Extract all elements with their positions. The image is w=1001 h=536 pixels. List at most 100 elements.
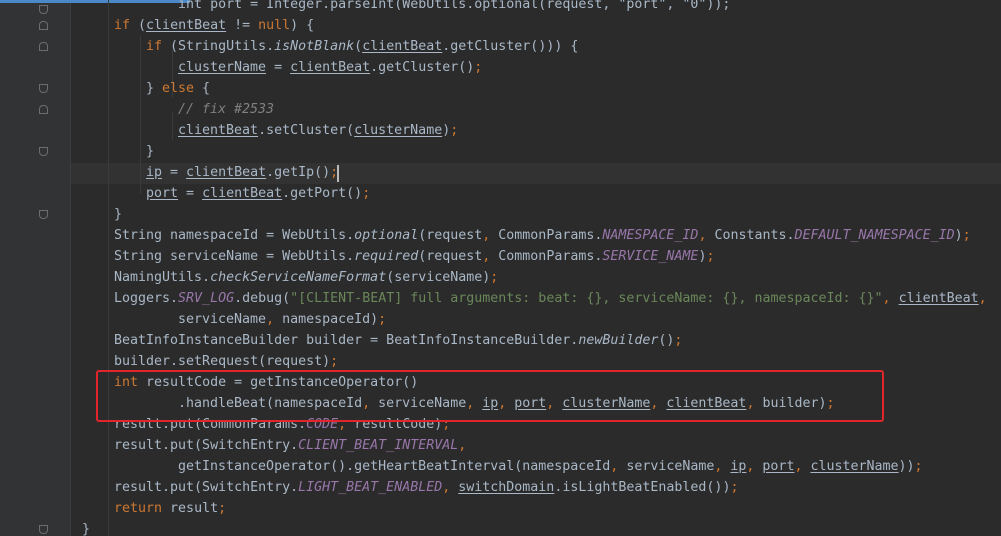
code-token: .getPort(): [282, 186, 363, 201]
code-token: .getCluster(): [370, 60, 475, 75]
code-line: return result;: [114, 498, 226, 519]
code-line: int port = Integer.parseInt(WebUtils.opt…: [114, 0, 730, 15]
code-token: if: [114, 18, 139, 33]
code-token: ;: [362, 186, 371, 201]
code-token: ;: [450, 123, 459, 138]
code-token: CommonParams.: [498, 228, 603, 243]
code-token: ,: [978, 291, 987, 306]
text-caret: [337, 165, 339, 182]
code-line: NamingUtils.checkServiceNameFormat(servi…: [114, 267, 498, 288]
code-token: ,: [746, 459, 763, 474]
code-token: ;: [706, 249, 715, 264]
code-token: ,: [266, 312, 283, 327]
code-token: .getCluster())) {: [442, 39, 579, 54]
code-token: int: [114, 0, 211, 12]
code-token: ;: [730, 480, 739, 495]
code-token: (): [658, 333, 675, 348]
code-token: serviceName: [178, 312, 267, 327]
code-token: port: [762, 459, 795, 474]
code-token: ;: [962, 228, 971, 243]
code-token: NamingUtils.: [114, 270, 211, 285]
code-token: result: [170, 501, 219, 516]
code-token: clientBeat: [202, 186, 283, 201]
code-token: ,: [794, 459, 811, 474]
code-line: }: [114, 204, 122, 225]
code-line: serviceName, namespaceId);: [178, 309, 386, 330]
code-token: ;: [490, 270, 499, 285]
code-token: ;: [218, 501, 227, 516]
code-token: builder.setRequest(request): [114, 354, 331, 369]
code-line: // fix #2533: [178, 99, 274, 120]
code-token: ): [954, 228, 963, 243]
code-token: {: [202, 81, 211, 96]
code-token: null: [258, 18, 291, 33]
code-token: }: [82, 522, 91, 536]
code-token: namespaceId): [282, 312, 379, 327]
code-editor[interactable]: int port = Integer.parseInt(WebUtils.opt…: [0, 0, 1001, 536]
code-token: .isLightBeatEnabled()): [554, 480, 731, 495]
code-token: ;: [914, 459, 923, 474]
code-token: DEFAULT_NAMESPACE_ID: [794, 228, 955, 243]
code-line: getInstanceOperator().getHeartBeatInterv…: [178, 456, 923, 477]
code-token: ip: [730, 459, 747, 474]
code-token: LIGHT_BEAT_ENABLED: [298, 480, 443, 495]
code-token: clientBeat: [178, 123, 259, 138]
code-area[interactable]: int port = Integer.parseInt(WebUtils.opt…: [0, 0, 1001, 536]
code-token: ;: [474, 60, 483, 75]
code-token: .debug(: [234, 291, 291, 306]
code-token: ;: [674, 333, 683, 348]
code-token: =: [266, 60, 291, 75]
code-token: clientBeat: [290, 60, 371, 75]
code-token: ,: [482, 228, 499, 243]
code-line: result.put(SwitchEntry.CLIENT_BEAT_INTER…: [114, 435, 466, 456]
code-line: clientBeat.setCluster(clusterName);: [178, 120, 458, 141]
code-token: SRV_LOG: [178, 291, 235, 306]
code-token: ,: [714, 459, 731, 474]
code-line: result.put(SwitchEntry.LIGHT_BEAT_ENABLE…: [114, 477, 738, 498]
code-token: String namespaceId = WebUtils.: [114, 228, 355, 243]
code-token: optional: [354, 228, 419, 243]
code-line: builder.setRequest(request);: [114, 351, 338, 372]
code-token: Constants.: [714, 228, 795, 243]
code-token: result.put(SwitchEntry.: [114, 480, 299, 495]
code-line: String namespaceId = WebUtils.optional(r…: [114, 225, 971, 246]
code-token: String serviceName = WebUtils.: [114, 249, 355, 264]
code-token: port: [210, 0, 243, 12]
code-token: return: [114, 501, 171, 516]
code-line: }: [146, 141, 154, 162]
code-token: (serviceName): [386, 270, 491, 285]
code-token: (request: [418, 228, 483, 243]
code-token: "[CLIENT-BEAT] full arguments: beat: {},…: [290, 291, 883, 306]
code-line: } else {: [146, 78, 210, 99]
code-token: clientBeat: [186, 165, 267, 180]
code-line: if (clientBeat != null) {: [114, 15, 314, 36]
code-token: serviceName: [626, 459, 715, 474]
code-token: (request: [418, 249, 483, 264]
code-token: BeatInfoInstanceBuilder builder = BeatIn…: [114, 333, 579, 348]
highlight-annotation-box: [96, 370, 884, 422]
code-line: String serviceName = WebUtils.required(r…: [114, 246, 714, 267]
code-token: CommonParams.: [498, 249, 603, 264]
code-token: ,: [458, 438, 467, 453]
code-line: }: [82, 519, 90, 536]
code-line: port = clientBeat.getPort();: [146, 183, 370, 204]
code-token: )): [898, 459, 915, 474]
code-token: checkServiceNameFormat: [210, 270, 387, 285]
code-token: ,: [442, 480, 459, 495]
code-token: isNotBlank: [274, 39, 355, 54]
code-token: }: [146, 144, 155, 159]
code-line: if (StringUtils.isNotBlank(clientBeat.ge…: [146, 36, 578, 57]
code-token: clusterName: [354, 123, 443, 138]
code-token: getInstanceOperator().getHeartBeatInterv…: [178, 459, 611, 474]
code-line: clusterName = clientBeat.getCluster();: [178, 57, 482, 78]
code-token: required: [354, 249, 419, 264]
code-token: else: [162, 81, 203, 96]
code-token: if: [146, 39, 171, 54]
code-token: clusterName: [178, 60, 267, 75]
code-token: (StringUtils.: [170, 39, 275, 54]
code-token: ;: [378, 312, 387, 327]
code-token: .getIp(): [266, 165, 331, 180]
code-token: ,: [610, 459, 627, 474]
code-token: ,: [698, 228, 715, 243]
code-token: clientBeat: [146, 18, 227, 33]
